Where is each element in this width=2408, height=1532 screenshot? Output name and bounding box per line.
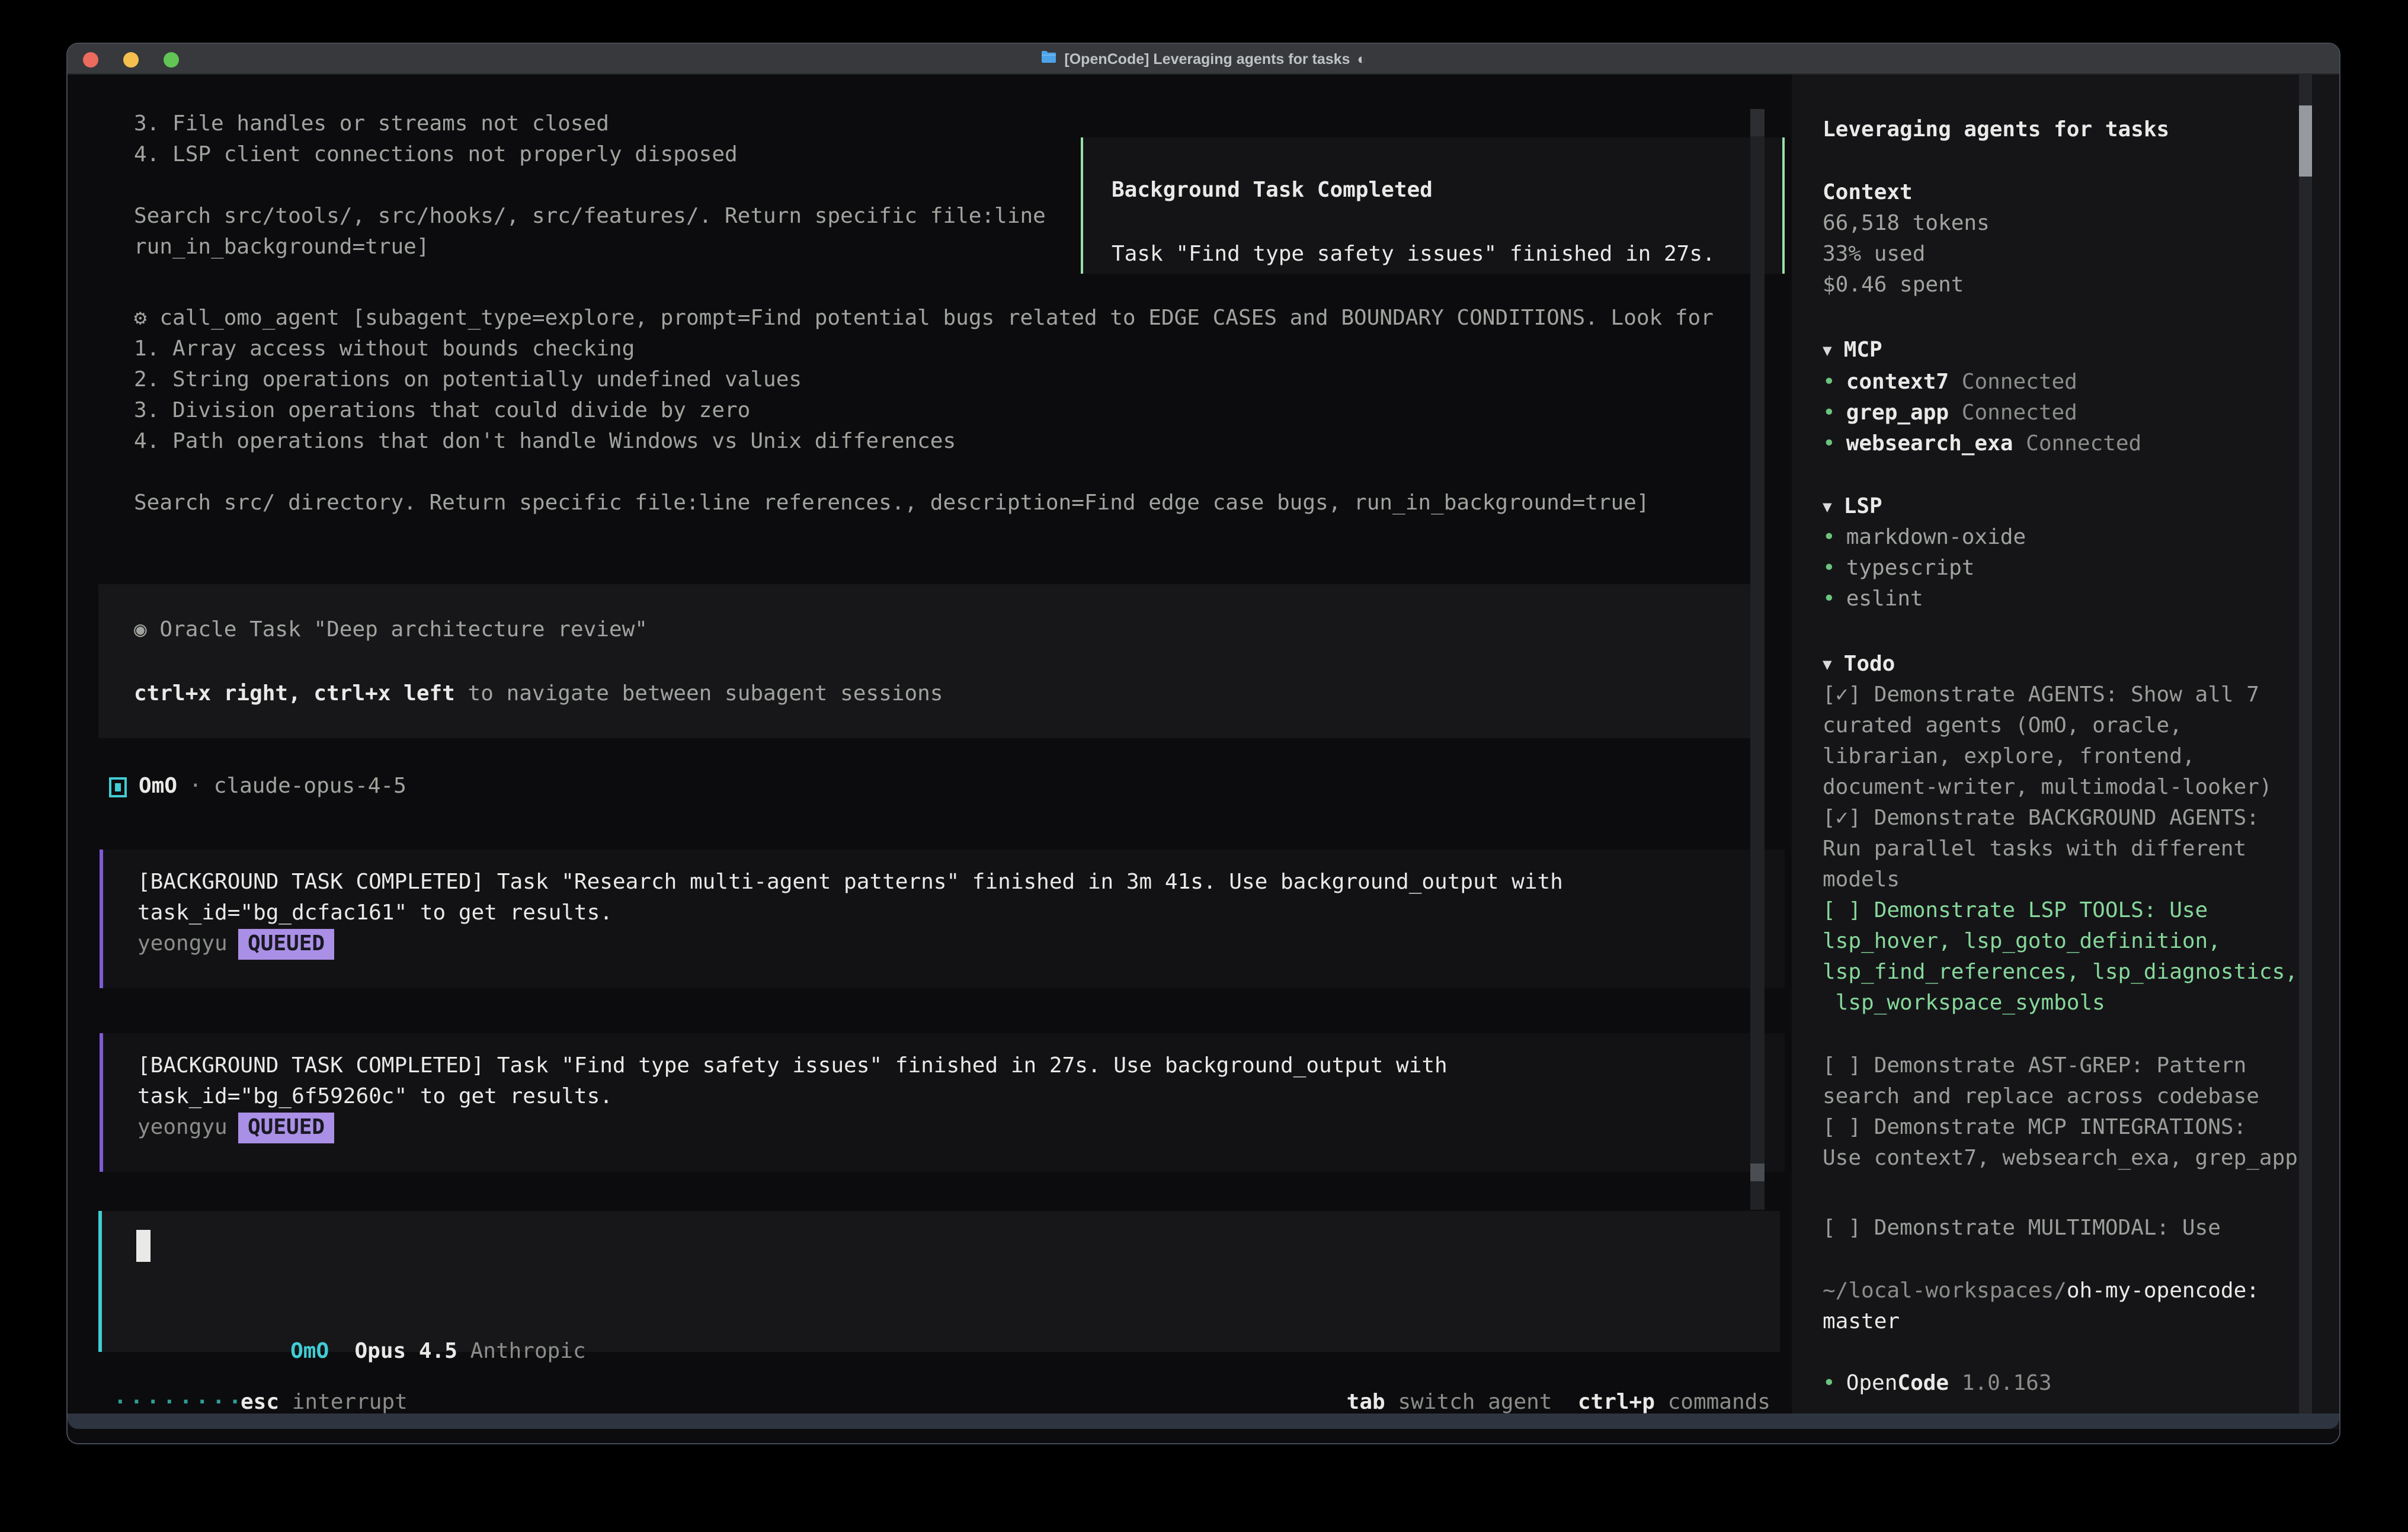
notification-title: Background Task Completed (1112, 175, 1433, 206)
chevron-down-icon: ▼ (1823, 499, 1832, 517)
bullet-dot-icon: • (1823, 431, 1836, 456)
input-provider-name: Anthropic (470, 1339, 586, 1364)
sidebar-scrollbar-track[interactable] (2299, 75, 2312, 1429)
todo-line: document-writer, multimodal-looker) (1823, 773, 2272, 803)
chat-scrollbar-segment (1750, 109, 1765, 136)
context-tokens: 66,518 tokens (1823, 209, 1990, 239)
todo-line: Run parallel tasks with different (1823, 834, 2246, 865)
mcp-item: •context7 Connected (1823, 367, 2077, 398)
todo-line: [ ] Demonstrate MULTIMODAL: Use (1823, 1213, 2221, 1244)
input-agent-name: OmO (290, 1339, 329, 1364)
bullet-dot-icon: • (1823, 586, 1836, 611)
chat-text-line: Search src/tools/, src/hooks/, src/featu… (134, 201, 1046, 232)
todo-line: [ ] Demonstrate LSP TOOLS: Use (1823, 896, 2208, 927)
message-author: yeongyu (137, 929, 228, 960)
bullet-dot-icon: • (1823, 1371, 1836, 1396)
separator-dot: · (189, 771, 202, 802)
window-title: [OpenCode] Leveraging agents for tasks (1064, 43, 1350, 74)
oracle-task-box: ◉ Oracle Task "Deep architecture review"… (98, 584, 1754, 738)
session-sidebar: Leveraging agents for tasks Context 66,5… (1792, 75, 2339, 1429)
bullet-dot-icon: • (1823, 370, 1836, 395)
todo-line: lsp_hover, lsp_goto_definition, (1823, 927, 2221, 957)
app-window: [OpenCode] Leveraging agents for tasks ◐… (66, 43, 2340, 1444)
background-task-notification: Background Task Completed Task "Find typ… (1081, 137, 1785, 274)
notification-body: Task "Find type safety issues" finished … (1112, 239, 1715, 270)
app-version: •OpenCode 1.0.163 (1823, 1368, 2052, 1399)
loading-half-circle-icon: ◐ (1357, 43, 1366, 74)
folder-icon (1040, 43, 1057, 74)
window-body: 3. File handles or streams not closed 4.… (68, 75, 2339, 1429)
message-line: task_id="bg_6f59260c" to get results. (137, 1082, 613, 1113)
screen: [OpenCode] Leveraging agents for tasks ◐… (0, 0, 2408, 1532)
chat-panel: 3. File handles or streams not closed 4.… (68, 75, 1792, 1429)
todo-line: curated agents (OmO, oracle, (1823, 711, 2182, 742)
todo-line: [✓] Demonstrate BACKGROUND AGENTS: (1823, 803, 2259, 834)
todo-line: lsp_find_references, lsp_diagnostics, (1823, 957, 2298, 988)
git-branch: master (1823, 1307, 1900, 1338)
chat-text-line: 3. File handles or streams not closed (134, 109, 609, 140)
oracle-task-hint: ctrl+x right, ctrl+x left to navigate be… (134, 679, 943, 710)
chevron-down-icon: ▼ (1823, 656, 1832, 674)
text-cursor (136, 1230, 150, 1262)
message-line: [BACKGROUND TASK COMPLETED] Task "Resear… (137, 867, 1563, 898)
agent-model: claude-opus-4-5 (214, 771, 406, 802)
workspace-path: ~/local-workspaces/oh-my-opencode: (1823, 1276, 2259, 1307)
todo-line: search and replace across codebase (1823, 1082, 2259, 1113)
input-model-name: Opus 4.5 (355, 1339, 457, 1364)
chat-text-line: run_in_background=true] (134, 232, 430, 263)
todo-line: Use context7, websearch_exa, grep_app (1823, 1143, 2298, 1174)
todo-line: [ ] Demonstrate MCP INTEGRATIONS: (1823, 1113, 2246, 1143)
prompt-input[interactable]: OmO Opus 4.5 Anthropic (98, 1211, 1780, 1352)
oracle-task-title: ◉ Oracle Task "Deep architecture review" (134, 615, 648, 646)
todo-line: librarian, explore, frontend, (1823, 742, 2195, 773)
sidebar-scrollbar-thumb[interactable] (2299, 105, 2312, 177)
tool-call-line: ⚙ call_omo_agent [subagent_type=explore,… (134, 303, 1714, 334)
context-spent: $0.46 spent (1823, 270, 1964, 301)
message-line: [BACKGROUND TASK COMPLETED] Task "Find t… (137, 1051, 1448, 1082)
message-author: yeongyu (137, 1113, 228, 1143)
lsp-item: •typescript (1823, 553, 1974, 584)
window-titlebar: [OpenCode] Leveraging agents for tasks ◐ (68, 44, 2339, 75)
bullet-dot-icon: • (1823, 525, 1836, 550)
context-used: 33% used (1823, 239, 1925, 270)
agent-name: OmO (139, 771, 177, 802)
lsp-item: •markdown-oxide (1823, 523, 2026, 553)
chevron-down-icon: ▼ (1823, 342, 1832, 360)
tool-call-item: 4. Path operations that don't handle Win… (134, 427, 956, 457)
mcp-item: •grep_app Connected (1823, 398, 2077, 429)
lsp-section-header[interactable]: ▼LSP (1823, 492, 1882, 524)
mcp-item: •websearch_exa Connected (1823, 429, 2141, 460)
chat-text-line: 4. LSP client connections not properly d… (134, 140, 738, 171)
mcp-section-header[interactable]: ▼MCP (1823, 335, 1882, 367)
agent-session-line[interactable]: OmO · claude-opus-4-5 (109, 771, 406, 802)
bullet-dot-icon: • (1823, 400, 1836, 425)
gear-icon: ⚙ (134, 306, 147, 331)
context-heading: Context (1823, 178, 1913, 209)
tool-call-item: 3. Division operations that could divide… (134, 396, 750, 427)
chat-scrollbar-thumb[interactable] (1750, 1164, 1765, 1181)
todo-line: models (1823, 865, 1900, 896)
bullet-dot-icon: • (1823, 556, 1836, 581)
background-task-message: [BACKGROUND TASK COMPLETED] Task "Find t… (100, 1033, 1785, 1172)
session-title: Leveraging agents for tasks (1823, 115, 2169, 146)
omo-agent-icon (109, 777, 127, 797)
todo-section-header[interactable]: ▼Todo (1823, 649, 1895, 681)
status-badge: QUEUED (238, 1113, 334, 1143)
status-badge: QUEUED (238, 929, 334, 960)
minimize-button[interactable] (123, 52, 139, 68)
tool-call-footer: Search src/ directory. Return specific f… (134, 488, 1650, 519)
tool-call-item: 2. String operations on potentially unde… (134, 365, 802, 396)
model-status-line: OmO Opus 4.5 Anthropic (136, 1306, 586, 1398)
close-button[interactable] (83, 52, 98, 68)
zoom-button[interactable] (164, 52, 179, 68)
lsp-item: •eslint (1823, 584, 1923, 615)
background-task-message: [BACKGROUND TASK COMPLETED] Task "Resear… (100, 850, 1785, 988)
todo-line: [✓] Demonstrate AGENTS: Show all 7 (1823, 680, 2259, 711)
todo-line: [ ] Demonstrate AST-GREP: Pattern (1823, 1051, 2246, 1082)
chat-scrollbar-track[interactable] (1750, 110, 1765, 1210)
message-line: task_id="bg_dcfac161" to get results. (137, 898, 613, 929)
todo-line: lsp_workspace_symbols (1823, 988, 2105, 1019)
tool-call-item: 1. Array access without bounds checking (134, 334, 635, 365)
window-bottom-bar (68, 1414, 2339, 1429)
